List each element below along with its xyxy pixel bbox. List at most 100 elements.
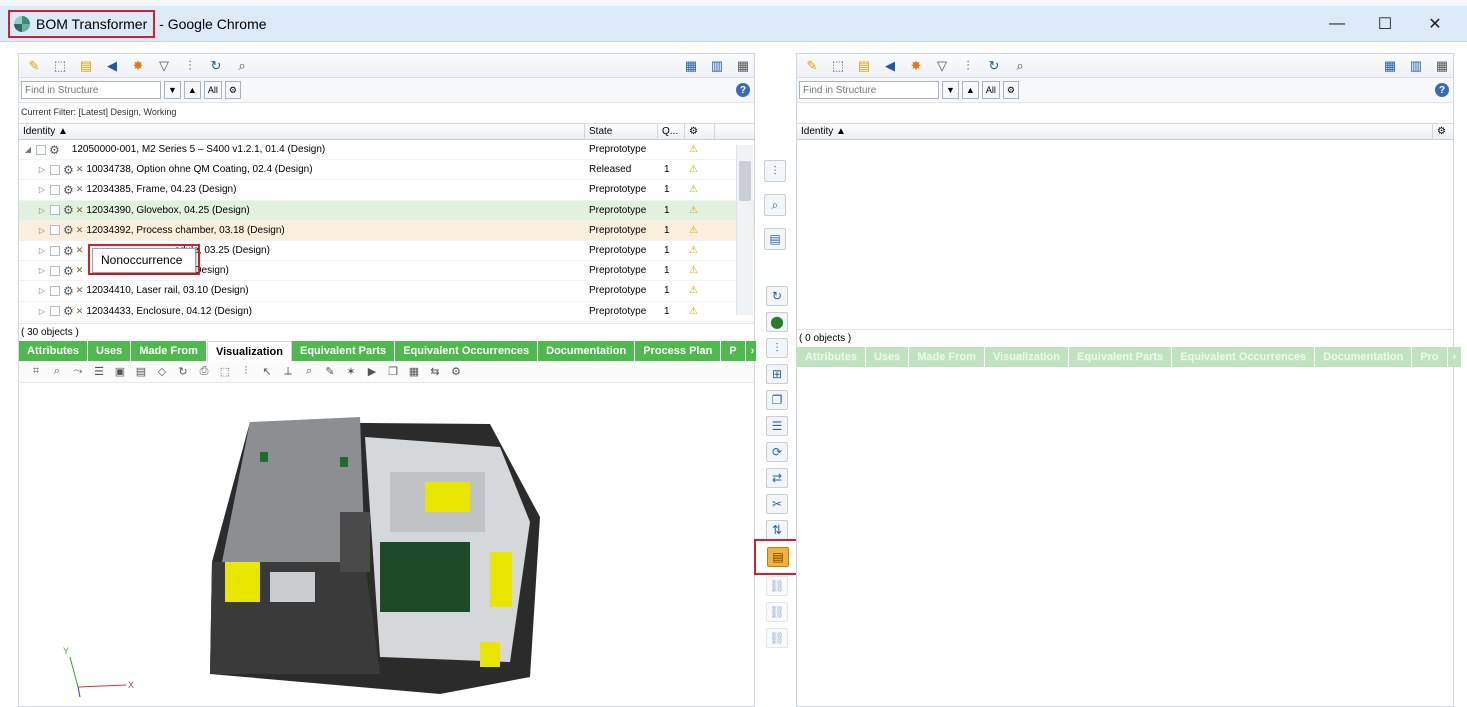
minimize-button[interactable]: — — [1314, 6, 1360, 42]
tree-button[interactable]: ⫶ — [766, 338, 788, 358]
fit-icon[interactable]: ⌗ — [27, 365, 45, 378]
find-prev-button[interactable]: ▲ — [183, 81, 201, 99]
section-icon[interactable]: ⬚ — [216, 365, 234, 378]
tab-pro[interactable]: Pro — [1412, 347, 1448, 367]
layout-icon[interactable]: ▦ — [680, 57, 702, 75]
star-icon[interactable]: ✸ — [127, 57, 149, 75]
col-settings-icon[interactable]: ⚙ — [685, 124, 715, 139]
pointer-icon[interactable]: ↖ — [258, 365, 276, 378]
tab-equivalent-parts[interactable]: Equivalent Parts — [1068, 347, 1173, 367]
table-row[interactable]: ◢ ⚙ 12050000-001, M2 Series 5 – S400 v1.… — [19, 140, 754, 161]
tab-attributes[interactable]: Attributes — [797, 347, 866, 367]
col-identity[interactable]: Identity ▲ — [797, 124, 1433, 139]
inspect-icon[interactable]: ⌕ — [300, 365, 318, 378]
list-structure-button[interactable]: ☰ — [766, 416, 788, 436]
tab-made-from[interactable]: Made From — [909, 347, 985, 367]
tree-scroll-thumb[interactable] — [739, 161, 751, 201]
3d-model-viewport[interactable] — [190, 412, 560, 697]
rotate-icon[interactable]: ↻ — [174, 365, 192, 378]
shape-icon[interactable]: ◇ — [153, 365, 171, 378]
clipboard-icon[interactable]: ▤ — [75, 57, 97, 75]
copy-icon[interactable]: ❐ — [384, 365, 402, 378]
expander-icon[interactable]: ▷ — [37, 266, 47, 275]
expander-icon[interactable]: ▷ — [37, 165, 47, 174]
row-checkbox[interactable] — [50, 225, 60, 236]
link-button[interactable]: ⛓ — [766, 576, 788, 596]
measure-icon[interactable]: ⟂ — [279, 365, 297, 378]
layers-icon[interactable]: ▤ — [132, 365, 150, 378]
explode-icon[interactable]: ✶ — [342, 365, 360, 378]
grid-icon[interactable]: ▦ — [1431, 57, 1453, 75]
list-icon[interactable]: ☰ — [90, 365, 108, 378]
tree-icon[interactable]: ⫶ — [957, 57, 979, 75]
tree-scrollbar[interactable] — [736, 145, 753, 315]
col-qty[interactable]: Q... — [658, 124, 685, 139]
find-options-icon[interactable]: ⚙ — [224, 81, 241, 99]
row-checkbox[interactable] — [50, 245, 60, 256]
tab-attributes[interactable]: Attributes — [19, 341, 88, 361]
compare-icon[interactable]: ⇆ — [426, 365, 444, 378]
tab-visualization[interactable]: Visualization — [206, 341, 292, 361]
back-icon[interactable]: ◀ — [101, 57, 123, 75]
find-dropdown-button[interactable]: ▼ — [942, 81, 959, 99]
replace-button[interactable]: ⇄ — [766, 468, 788, 488]
help-icon[interactable]: ? — [1435, 83, 1449, 97]
edit-icon[interactable]: ✎ — [801, 57, 823, 75]
row-checkbox[interactable] — [50, 184, 60, 195]
find-options-icon[interactable]: ⚙ — [1002, 81, 1019, 99]
find-in-structure-input[interactable] — [21, 81, 161, 99]
align-structure-button[interactable]: ⫶ — [764, 160, 786, 182]
find-dropdown-button[interactable]: ▼ — [164, 81, 181, 99]
expander-icon[interactable]: ▷ — [37, 185, 47, 194]
tab-equivalent-occurrences[interactable]: Equivalent Occurrences — [395, 341, 539, 361]
maximize-button[interactable]: ☐ — [1362, 6, 1408, 42]
report-icon[interactable]: ▦ — [405, 365, 423, 378]
tree-view-icon[interactable]: ⫶ — [237, 365, 255, 378]
zoom-icon[interactable]: ⌕ — [48, 365, 66, 378]
sync-structure-button[interactable]: ⟳ — [766, 442, 788, 462]
row-checkbox[interactable] — [36, 144, 46, 155]
table-row[interactable]: ▷ ⚙ ✕ 12034410, Laser rail, 03.10 (Desig… — [19, 281, 754, 302]
markup-icon[interactable]: ✎ — [321, 365, 339, 378]
expander-icon[interactable]: ▷ — [37, 286, 47, 295]
sync-icon[interactable]: ↻ — [205, 57, 227, 75]
unlink-button[interactable]: ⛓ — [766, 602, 788, 622]
back-icon[interactable]: ◀ — [879, 57, 901, 75]
close-button[interactable]: ✕ — [1412, 6, 1458, 42]
col-identity[interactable]: Identity ▲ — [19, 124, 585, 139]
expander-icon[interactable]: ◢ — [23, 145, 33, 154]
expander-icon[interactable]: ▷ — [37, 307, 47, 316]
tab-visualization[interactable]: Visualization — [984, 347, 1069, 367]
star-icon[interactable]: ✸ — [905, 57, 927, 75]
tab-process-plan[interactable]: Process Plan — [635, 341, 722, 361]
row-checkbox[interactable] — [50, 164, 60, 175]
find-prev-button[interactable]: ▲ — [961, 81, 979, 99]
table-row[interactable]: ▷ ⚙ ✕ 12034390, Glovebox, 04.25 (Design)… — [19, 200, 754, 221]
split-button[interactable]: ✂ — [766, 494, 788, 514]
copy-structure-button[interactable]: ❐ — [766, 390, 788, 410]
sync-icon[interactable]: ↻ — [983, 57, 1005, 75]
select-icon[interactable]: ⬚ — [827, 57, 849, 75]
row-checkbox[interactable] — [50, 306, 60, 317]
row-checkbox[interactable] — [50, 265, 60, 276]
find-in-structure-input[interactable] — [799, 81, 939, 99]
columns-icon[interactable]: ▥ — [706, 57, 728, 75]
toggle-button[interactable]: ⬤ — [766, 312, 788, 332]
expander-icon[interactable]: ▷ — [37, 246, 47, 255]
expander-icon[interactable]: ▷ — [37, 206, 47, 215]
settings-icon[interactable]: ⚙ — [447, 365, 465, 378]
nonoccurrence-button[interactable]: ▤ — [767, 547, 789, 567]
row-checkbox[interactable] — [50, 285, 60, 296]
table-row[interactable]: ▷ ⚙ ✕ 12034433, Enclosure, 04.12 (Design… — [19, 302, 754, 322]
tab-equivalent-parts[interactable]: Equivalent Parts — [291, 341, 396, 361]
columns-icon[interactable]: ▥ — [1405, 57, 1427, 75]
route-icon[interactable]: ⤳ — [69, 365, 87, 378]
table-row[interactable]: ▷ ⚙ ✕ 12034392, Process chamber, 03.18 (… — [19, 220, 754, 241]
capture-icon[interactable]: ⎙ — [195, 365, 213, 378]
col-settings-icon[interactable]: ⚙ — [1433, 124, 1453, 139]
clipboard-icon[interactable]: ▤ — [853, 57, 875, 75]
find-all-button[interactable]: All — [981, 81, 1000, 99]
tab-documentation[interactable]: Documentation — [1315, 347, 1413, 367]
find-all-button[interactable]: All — [203, 81, 222, 99]
find-equivalent-button[interactable]: ⌕ — [764, 194, 786, 216]
